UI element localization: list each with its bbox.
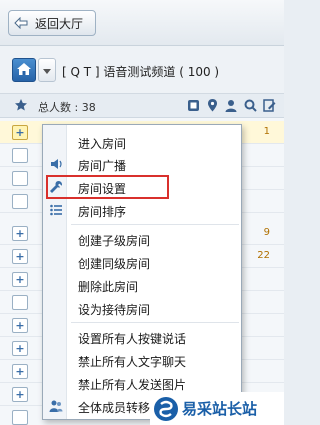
total-count: 总人数 : 38 bbox=[38, 101, 96, 114]
home-icon bbox=[16, 62, 32, 79]
channel-dropdown-button[interactable] bbox=[38, 58, 56, 82]
menu-item-ban-send-images[interactable]: 禁止所有人发送图片 bbox=[43, 372, 241, 394]
menu-item-label: 禁止所有人文字聊天 bbox=[78, 355, 187, 369]
menu-item-label: 设置所有人按键说话 bbox=[78, 332, 187, 346]
toolbar-icons bbox=[186, 98, 276, 112]
menu-item-push-to-talk-all[interactable]: 设置所有人按键说话 bbox=[43, 326, 241, 348]
menu-item-label: 房间排序 bbox=[78, 205, 127, 219]
menu-item-label: 禁止所有人发送图片 bbox=[78, 378, 187, 392]
broadcast-icon bbox=[48, 156, 63, 171]
room-count: 9 bbox=[263, 227, 270, 238]
room-lock-icon bbox=[12, 148, 28, 163]
expand-icon[interactable]: + bbox=[12, 387, 28, 402]
menu-item-delete-room[interactable]: 删除此房间 bbox=[43, 274, 241, 296]
menu-item-ban-text-chat[interactable]: 禁止所有人文字聊天 bbox=[43, 349, 241, 371]
menu-item-set-reception-room[interactable]: 设为接待房间 bbox=[43, 297, 241, 319]
menu-item-label: 创建子级房间 bbox=[78, 234, 151, 248]
room-count: 1 bbox=[263, 126, 270, 137]
highlight-annotation-box bbox=[46, 175, 169, 199]
expand-icon[interactable]: + bbox=[12, 226, 28, 241]
menu-item-create-child-room[interactable]: 创建子级房间 bbox=[43, 228, 241, 250]
site-logo-icon bbox=[152, 395, 180, 423]
channel-header: [ Q T ] 语音测试频道 ( 100 ) bbox=[0, 46, 284, 94]
expand-icon[interactable]: + bbox=[12, 272, 28, 287]
settings-icon[interactable] bbox=[186, 98, 200, 112]
menu-item-room-broadcast[interactable]: 房间广播 bbox=[43, 153, 241, 175]
back-arrow-icon bbox=[13, 15, 29, 31]
user-icon[interactable] bbox=[224, 98, 238, 112]
menu-item-label: 进入房间 bbox=[78, 137, 127, 151]
search-icon[interactable] bbox=[243, 98, 257, 112]
room-lock-icon bbox=[12, 295, 28, 310]
watermark-banner: 易采站长站 bbox=[150, 392, 284, 425]
menu-item-label: 房间广播 bbox=[78, 159, 127, 173]
menu-separator bbox=[71, 224, 239, 225]
menu-item-label: 设为接待房间 bbox=[78, 303, 151, 317]
channel-title: [ Q T ] 语音测试频道 ( 100 ) bbox=[62, 65, 220, 79]
menu-item-create-sibling-room[interactable]: 创建同级房间 bbox=[43, 251, 241, 273]
edit-icon[interactable] bbox=[262, 98, 276, 112]
list-sort-icon bbox=[48, 202, 63, 217]
location-icon[interactable] bbox=[205, 98, 219, 112]
expand-icon[interactable]: + bbox=[12, 364, 28, 379]
home-button[interactable] bbox=[12, 58, 36, 82]
menu-item-label: 创建同级房间 bbox=[78, 257, 151, 271]
room-count: 22 bbox=[257, 250, 270, 261]
expand-icon[interactable]: + bbox=[12, 249, 28, 264]
room-lock-icon bbox=[12, 410, 28, 425]
site-name: 易采站长站 bbox=[182, 400, 258, 418]
back-to-lobby-button[interactable]: 返回大厅 bbox=[8, 10, 96, 36]
room-context-menu: 进入房间 房间广播 房间设置 房间排序 创建子级房间 创建同级房间 删除此房间 … bbox=[42, 124, 242, 420]
menu-item-enter-room[interactable]: 进入房间 bbox=[43, 131, 241, 153]
menu-separator bbox=[71, 322, 239, 323]
expand-icon[interactable]: + bbox=[12, 318, 28, 333]
back-button-label: 返回大厅 bbox=[35, 16, 84, 31]
menu-item-label: 全体成员转移 bbox=[78, 401, 151, 415]
star-icon[interactable] bbox=[14, 98, 28, 115]
room-lock-icon bbox=[12, 194, 28, 209]
stats-bar: 总人数 : 38 bbox=[0, 94, 284, 118]
users-icon bbox=[48, 398, 63, 413]
room-lock-icon: + bbox=[12, 125, 28, 140]
top-bar: 返回大厅 bbox=[0, 0, 284, 46]
chevron-down-icon bbox=[43, 63, 51, 77]
room-lock-icon bbox=[12, 171, 28, 186]
menu-item-room-sort[interactable]: 房间排序 bbox=[43, 199, 241, 221]
expand-icon[interactable]: + bbox=[12, 341, 28, 356]
menu-item-label: 删除此房间 bbox=[78, 280, 139, 294]
